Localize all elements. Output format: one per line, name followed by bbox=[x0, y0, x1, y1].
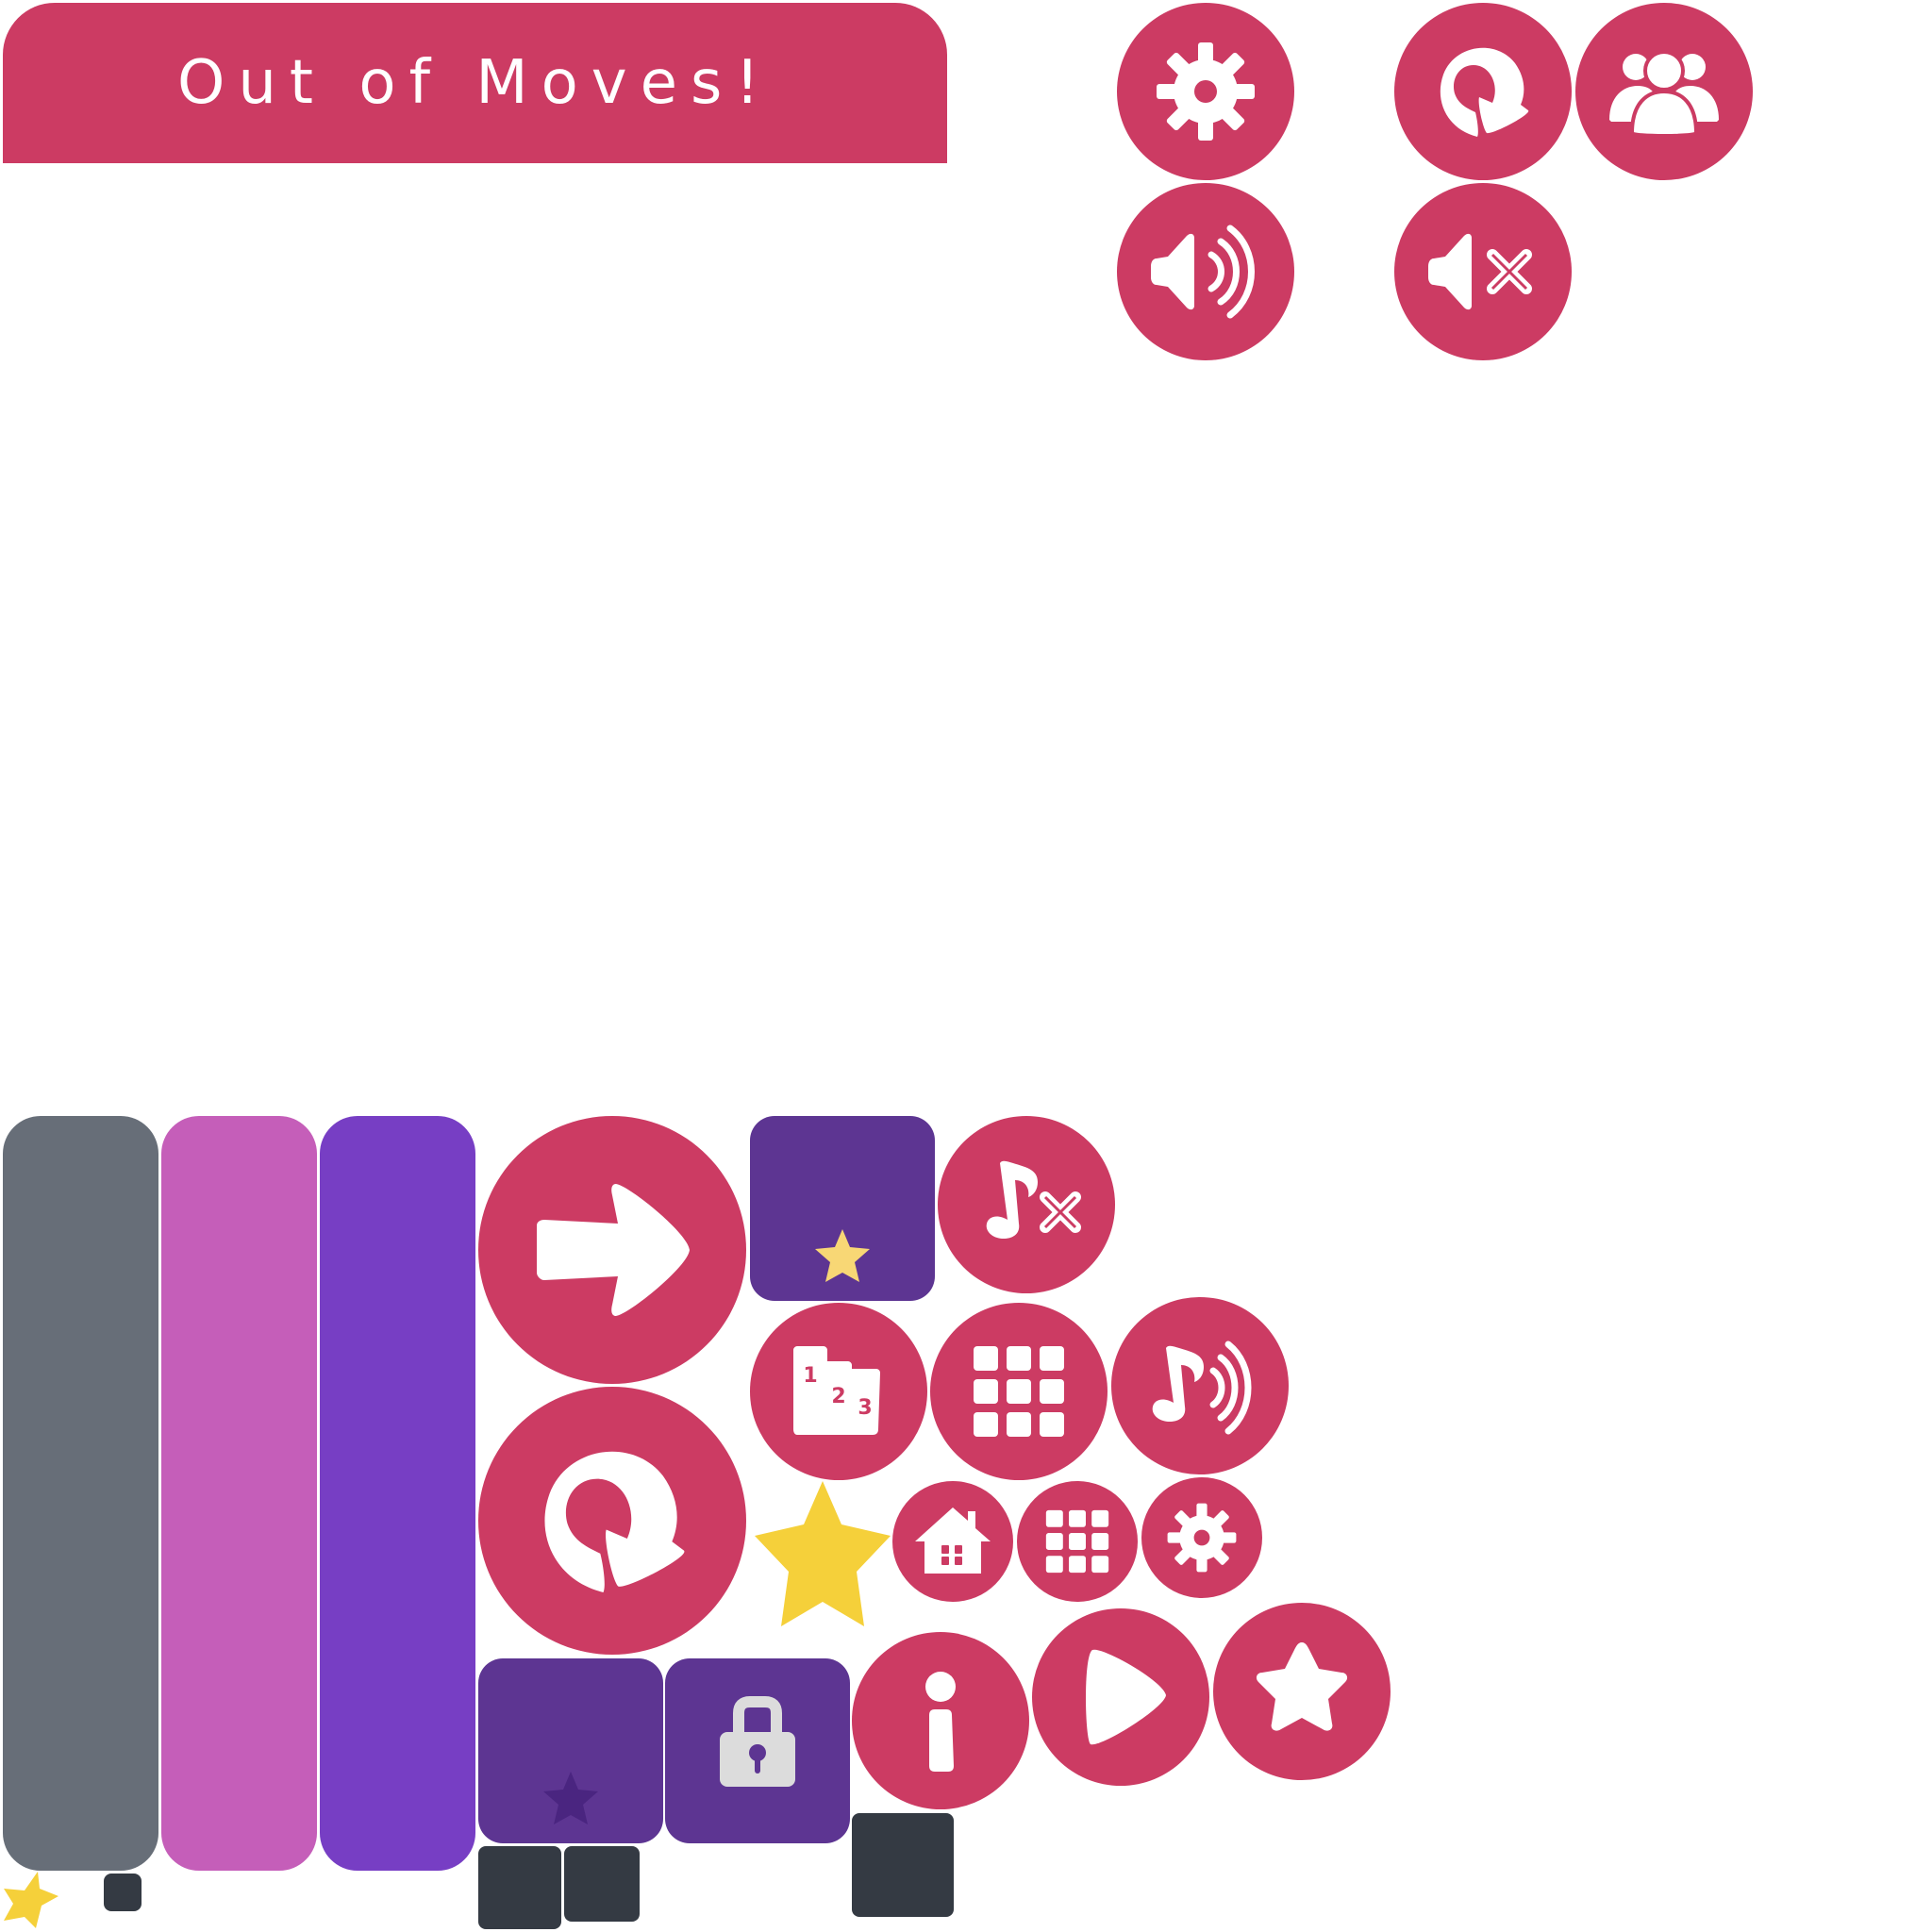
level-tile-locked bbox=[665, 1658, 850, 1843]
leaderboard-button[interactable]: 1 2 3 bbox=[750, 1303, 927, 1480]
level-select-small-button[interactable] bbox=[1017, 1481, 1138, 1602]
level-tile-completed[interactable] bbox=[750, 1116, 935, 1301]
grid-icon bbox=[974, 1346, 1064, 1437]
lock-icon bbox=[720, 1696, 795, 1787]
music-off-button[interactable] bbox=[938, 1116, 1115, 1293]
gray-panel bbox=[3, 1116, 158, 1871]
speaker-muted-icon bbox=[1428, 233, 1532, 310]
grid-icon bbox=[1045, 1509, 1109, 1574]
arrow-right-icon bbox=[537, 1184, 690, 1316]
restart-icon bbox=[1440, 47, 1529, 137]
out-of-moves-banner: Out of Moves! bbox=[3, 3, 947, 163]
dark-square bbox=[852, 1813, 954, 1917]
music-muted-icon bbox=[986, 1160, 1081, 1239]
star-icon bbox=[815, 1229, 870, 1282]
settings-small-button[interactable] bbox=[1141, 1477, 1262, 1598]
star-icon bbox=[1256, 1642, 1348, 1731]
restart-button[interactable] bbox=[1394, 3, 1572, 180]
settings-button[interactable] bbox=[1117, 3, 1294, 180]
sound-on-button[interactable] bbox=[1117, 183, 1294, 360]
dark-square bbox=[478, 1846, 561, 1929]
banner-title: Out of Moves! bbox=[176, 48, 774, 118]
podium-second: 2 bbox=[831, 1385, 845, 1408]
level-select-button[interactable] bbox=[930, 1303, 1108, 1480]
music-on-button[interactable] bbox=[1111, 1297, 1289, 1474]
next-button[interactable] bbox=[478, 1116, 746, 1384]
dark-square bbox=[564, 1846, 640, 1922]
podium-third: 3 bbox=[858, 1396, 872, 1420]
big-star-icon bbox=[755, 1481, 891, 1626]
gear-icon bbox=[1167, 1503, 1237, 1573]
play-icon bbox=[1086, 1649, 1166, 1745]
replay-button[interactable] bbox=[478, 1387, 746, 1655]
home-button[interactable] bbox=[892, 1481, 1013, 1602]
rate-button[interactable] bbox=[1213, 1603, 1391, 1780]
violet-panel bbox=[320, 1116, 475, 1871]
podium-icon: 1 2 3 bbox=[793, 1346, 880, 1435]
level-tile-unlocked[interactable] bbox=[478, 1658, 663, 1843]
play-button[interactable] bbox=[1032, 1608, 1209, 1786]
speaker-on-icon bbox=[1151, 225, 1255, 319]
gear-icon bbox=[1157, 42, 1255, 141]
music-on-icon bbox=[1152, 1341, 1252, 1435]
dark-square bbox=[104, 1874, 142, 1911]
sound-off-button[interactable] bbox=[1394, 183, 1572, 360]
info-icon bbox=[925, 1672, 956, 1772]
star-outline-icon bbox=[543, 1772, 598, 1824]
podium-first: 1 bbox=[803, 1364, 817, 1388]
group-icon bbox=[1609, 50, 1719, 138]
friends-button[interactable] bbox=[1575, 3, 1753, 180]
home-icon bbox=[915, 1507, 991, 1574]
pink-panel bbox=[161, 1116, 317, 1871]
small-star-icon bbox=[4, 1872, 58, 1928]
info-button[interactable] bbox=[852, 1632, 1029, 1809]
restart-icon bbox=[544, 1451, 685, 1592]
